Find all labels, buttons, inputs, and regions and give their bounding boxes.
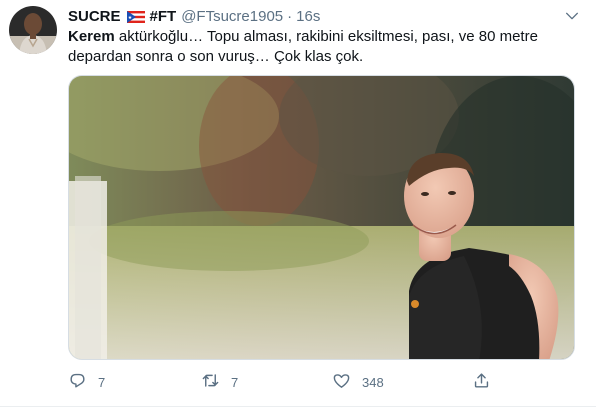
like-count: 348 xyxy=(362,374,384,390)
share-icon xyxy=(472,371,491,393)
tweet-text-bold: Kerem xyxy=(68,28,115,45)
tweet-photo[interactable] xyxy=(68,75,575,360)
retweet-button[interactable]: 7 xyxy=(201,370,238,394)
tweet-header: SUCRE #FT @FTsucre1905 · 16s xyxy=(68,6,582,26)
separator-dot: · xyxy=(287,7,293,25)
tweet[interactable]: SUCRE #FT @FTsucre1905 · 16s Kerem aktür… xyxy=(0,0,596,407)
author-handle[interactable]: @FTsucre1905 xyxy=(181,8,283,25)
like-button[interactable]: 348 xyxy=(332,370,384,394)
puerto-rico-flag-icon xyxy=(126,10,145,23)
caret-down-icon[interactable] xyxy=(564,8,580,24)
share-button[interactable] xyxy=(472,370,491,394)
author-avatar[interactable] xyxy=(9,6,57,54)
reply-button[interactable]: 7 xyxy=(68,370,105,394)
tweet-actions: 7 7 348 xyxy=(68,370,528,394)
tweet-text-body: aktürkoğlu… Topu alması, rakibini eksilt… xyxy=(68,28,538,65)
author-name-suffix: #FT xyxy=(149,7,177,25)
tweet-text: Kerem aktürkoğlu… Topu alması, rakibini … xyxy=(68,27,568,67)
retweet-icon xyxy=(201,371,220,393)
tweet-timestamp[interactable]: 16s xyxy=(296,8,320,25)
retweet-count: 7 xyxy=(231,374,239,390)
reply-count: 7 xyxy=(98,374,106,390)
reply-icon xyxy=(68,371,87,393)
like-icon xyxy=(332,371,351,393)
author-display-name[interactable]: SUCRE xyxy=(68,8,121,25)
